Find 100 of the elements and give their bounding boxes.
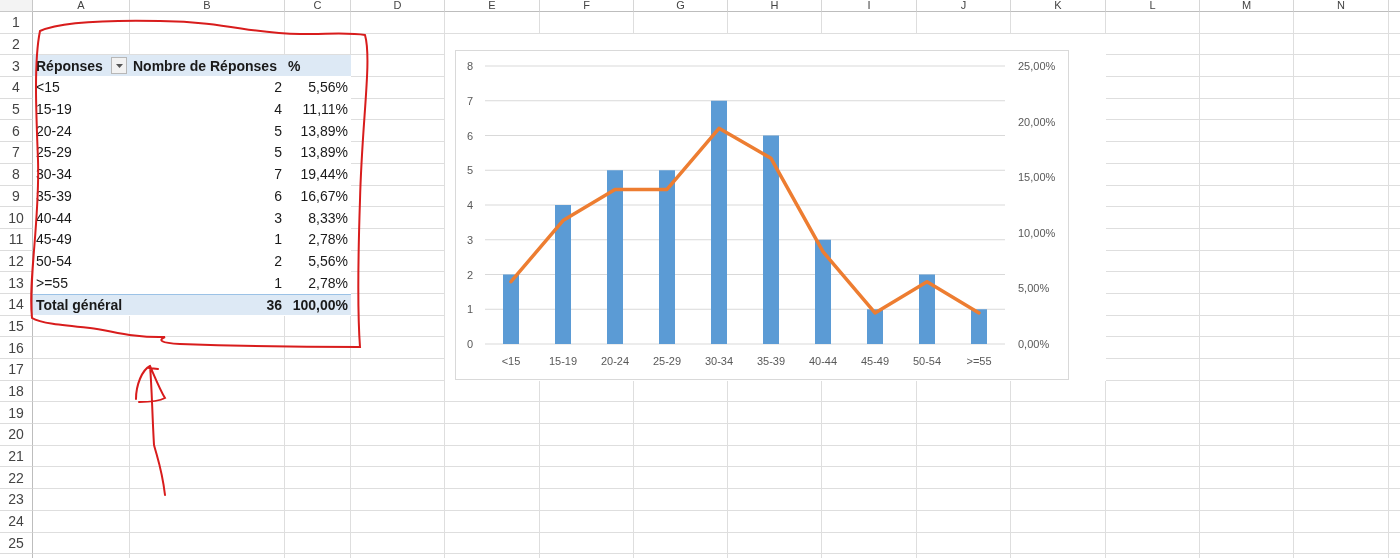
empty-cell[interactable] [445, 12, 540, 34]
empty-cell[interactable] [728, 467, 822, 490]
empty-cell[interactable] [1200, 510, 1294, 533]
empty-cell[interactable] [1200, 120, 1294, 143]
empty-cell[interactable] [351, 33, 445, 56]
empty-cell[interactable] [445, 424, 540, 446]
empty-cell[interactable] [1106, 445, 1200, 468]
empty-cell[interactable] [351, 510, 445, 533]
empty-cell[interactable] [1200, 33, 1294, 56]
empty-cell[interactable] [1294, 467, 1389, 490]
empty-cell[interactable] [1294, 402, 1389, 425]
chart-area[interactable]: 0 1 2 3 4 5 6 7 8 0,00% 5,00% 10,00% 15,00% 20,00% 25,00% <15 15-19 20-24 25-29 30-34 35-39 40-44 45-49 50-54 >=55 [455, 50, 1069, 380]
row-header[interactable]: 21 [0, 445, 33, 468]
empty-cell[interactable] [351, 532, 445, 555]
empty-cell[interactable] [540, 489, 634, 511]
empty-cell[interactable] [1200, 293, 1294, 316]
empty-cell[interactable] [1106, 467, 1200, 490]
empty-cell[interactable] [1200, 272, 1294, 294]
empty-cell[interactable] [445, 467, 540, 490]
empty-cell[interactable] [1294, 207, 1389, 229]
empty-cell[interactable] [822, 532, 917, 555]
empty-cell[interactable] [33, 337, 130, 359]
empty-cell[interactable] [285, 380, 351, 403]
empty-cell[interactable] [285, 510, 351, 533]
empty-cell[interactable] [130, 510, 285, 533]
empty-cell[interactable] [1106, 510, 1200, 533]
empty-cell[interactable] [1106, 272, 1200, 294]
filter-dropdown-button[interactable] [111, 57, 127, 75]
empty-cell[interactable] [33, 380, 130, 403]
empty-cell[interactable] [351, 337, 445, 359]
table-header[interactable]: % [285, 55, 351, 78]
empty-cell[interactable] [1294, 315, 1389, 338]
empty-cell[interactable] [33, 445, 130, 468]
row-header[interactable]: 15 [0, 315, 33, 338]
column-header[interactable]: A [33, 0, 130, 12]
empty-cell[interactable] [33, 12, 130, 34]
empty-cell[interactable] [351, 380, 445, 403]
empty-cell[interactable] [1106, 120, 1200, 143]
empty-cell[interactable] [634, 12, 728, 34]
empty-cell[interactable] [1200, 445, 1294, 468]
empty-cell[interactable] [33, 532, 130, 555]
column-header[interactable]: K [1011, 0, 1106, 12]
empty-cell[interactable] [1294, 532, 1389, 555]
empty-cell[interactable] [1106, 402, 1200, 425]
empty-cell[interactable] [1011, 532, 1106, 555]
empty-cell[interactable] [728, 510, 822, 533]
empty-cell[interactable] [130, 380, 285, 403]
empty-cell[interactable] [1106, 207, 1200, 229]
empty-cell[interactable] [1106, 163, 1200, 186]
empty-cell[interactable] [1106, 77, 1200, 99]
empty-cell[interactable] [540, 445, 634, 468]
empty-cell[interactable] [1200, 532, 1294, 555]
empty-cell[interactable] [1294, 293, 1389, 316]
empty-cell[interactable] [1294, 380, 1389, 403]
empty-cell[interactable] [1200, 424, 1294, 446]
empty-cell[interactable] [1294, 337, 1389, 359]
empty-cell[interactable] [1106, 315, 1200, 338]
column-header[interactable]: N [1294, 0, 1389, 12]
row-header[interactable]: 17 [0, 359, 33, 381]
empty-cell[interactable] [285, 489, 351, 511]
empty-cell[interactable] [634, 532, 728, 555]
empty-cell[interactable] [1200, 467, 1294, 490]
row-header[interactable]: 1 [0, 12, 33, 34]
empty-cell[interactable] [634, 489, 728, 511]
empty-cell[interactable] [822, 424, 917, 446]
empty-cell[interactable] [1294, 163, 1389, 186]
empty-cell[interactable] [917, 424, 1011, 446]
empty-cell[interactable] [33, 467, 130, 490]
empty-cell[interactable] [351, 359, 445, 381]
empty-cell[interactable] [1294, 142, 1389, 164]
empty-cell[interactable] [285, 359, 351, 381]
empty-cell[interactable] [130, 445, 285, 468]
empty-cell[interactable] [728, 445, 822, 468]
empty-cell[interactable] [540, 12, 634, 34]
empty-cell[interactable] [1106, 359, 1200, 381]
select-all-corner[interactable] [0, 0, 33, 12]
empty-cell[interactable] [285, 424, 351, 446]
empty-cell[interactable] [1106, 250, 1200, 273]
empty-cell[interactable] [917, 402, 1011, 425]
column-header[interactable]: C [285, 0, 351, 12]
row-header[interactable]: 22 [0, 467, 33, 490]
empty-cell[interactable] [33, 424, 130, 446]
empty-cell[interactable] [540, 467, 634, 490]
row-header[interactable]: 18 [0, 380, 33, 403]
empty-cell[interactable] [634, 467, 728, 490]
empty-cell[interactable] [822, 467, 917, 490]
empty-cell[interactable] [540, 402, 634, 425]
empty-cell[interactable] [1200, 142, 1294, 164]
empty-cell[interactable] [1294, 489, 1389, 511]
empty-cell[interactable] [1294, 55, 1389, 78]
row-header[interactable]: 20 [0, 424, 33, 446]
empty-cell[interactable] [285, 532, 351, 555]
empty-cell[interactable] [130, 489, 285, 511]
empty-cell[interactable] [445, 402, 540, 425]
empty-cell[interactable] [1294, 510, 1389, 533]
empty-cell[interactable] [1200, 12, 1294, 34]
empty-cell[interactable] [1106, 55, 1200, 78]
empty-cell[interactable] [1294, 272, 1389, 294]
empty-cell[interactable] [1106, 185, 1200, 208]
empty-cell[interactable] [540, 510, 634, 533]
